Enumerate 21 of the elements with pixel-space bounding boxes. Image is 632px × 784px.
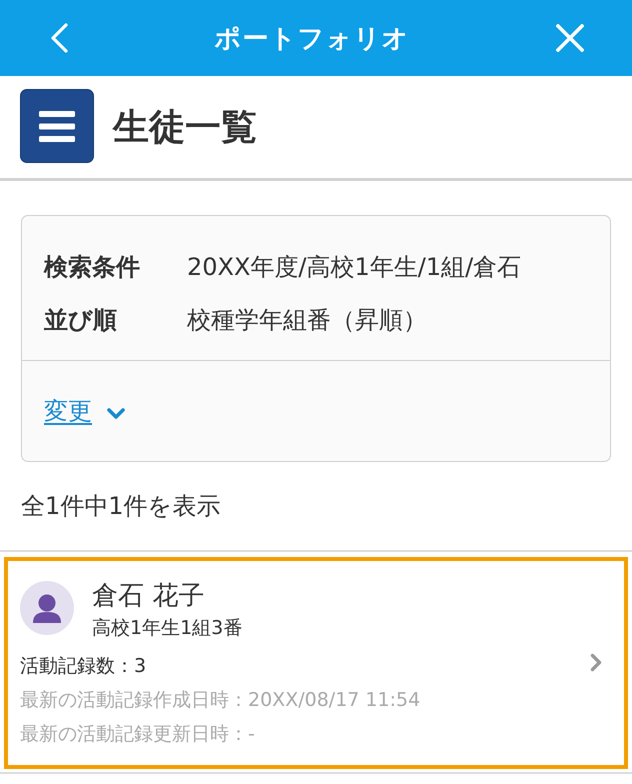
created-date: 最新の活動記録作成日時：20XX/08/17 11:54 [20,688,420,713]
student-class: 高校1年生1組3番 [92,616,242,641]
condition-value: 校種学年組番（昇順） [187,304,427,336]
chevron-right-icon [590,653,602,672]
avatar-icon [20,581,74,635]
condition-label: 並び順 [44,304,118,336]
condition-value: 20XX年度/高校1年生/1組/倉石 [187,252,522,282]
activity-count: 活動記録数：3 [20,654,146,679]
close-icon [556,24,584,52]
menu-icon [39,110,75,142]
updated-date: 最新の活動記録更新日時：- [20,722,255,747]
chevron-down-icon[interactable] [107,406,125,420]
change-link[interactable]: 変更 [44,395,92,427]
page-title: 生徒一覧 [113,106,257,150]
header-title: ポートフォリオ [214,22,410,56]
result-count: 全1件中1件を表示 [21,492,221,520]
menu-button[interactable] [20,89,94,163]
condition-label: 検索条件 [44,252,141,282]
student-name: 倉石 花子 [92,580,204,613]
back-icon [50,23,68,53]
student-list-item[interactable]: 倉石 花子 高校1年生1組3番 活動記録数：3 最新の活動記録作成日時：20XX/08/17 11:54 最新の活動記録更新日時：- [4,557,628,769]
